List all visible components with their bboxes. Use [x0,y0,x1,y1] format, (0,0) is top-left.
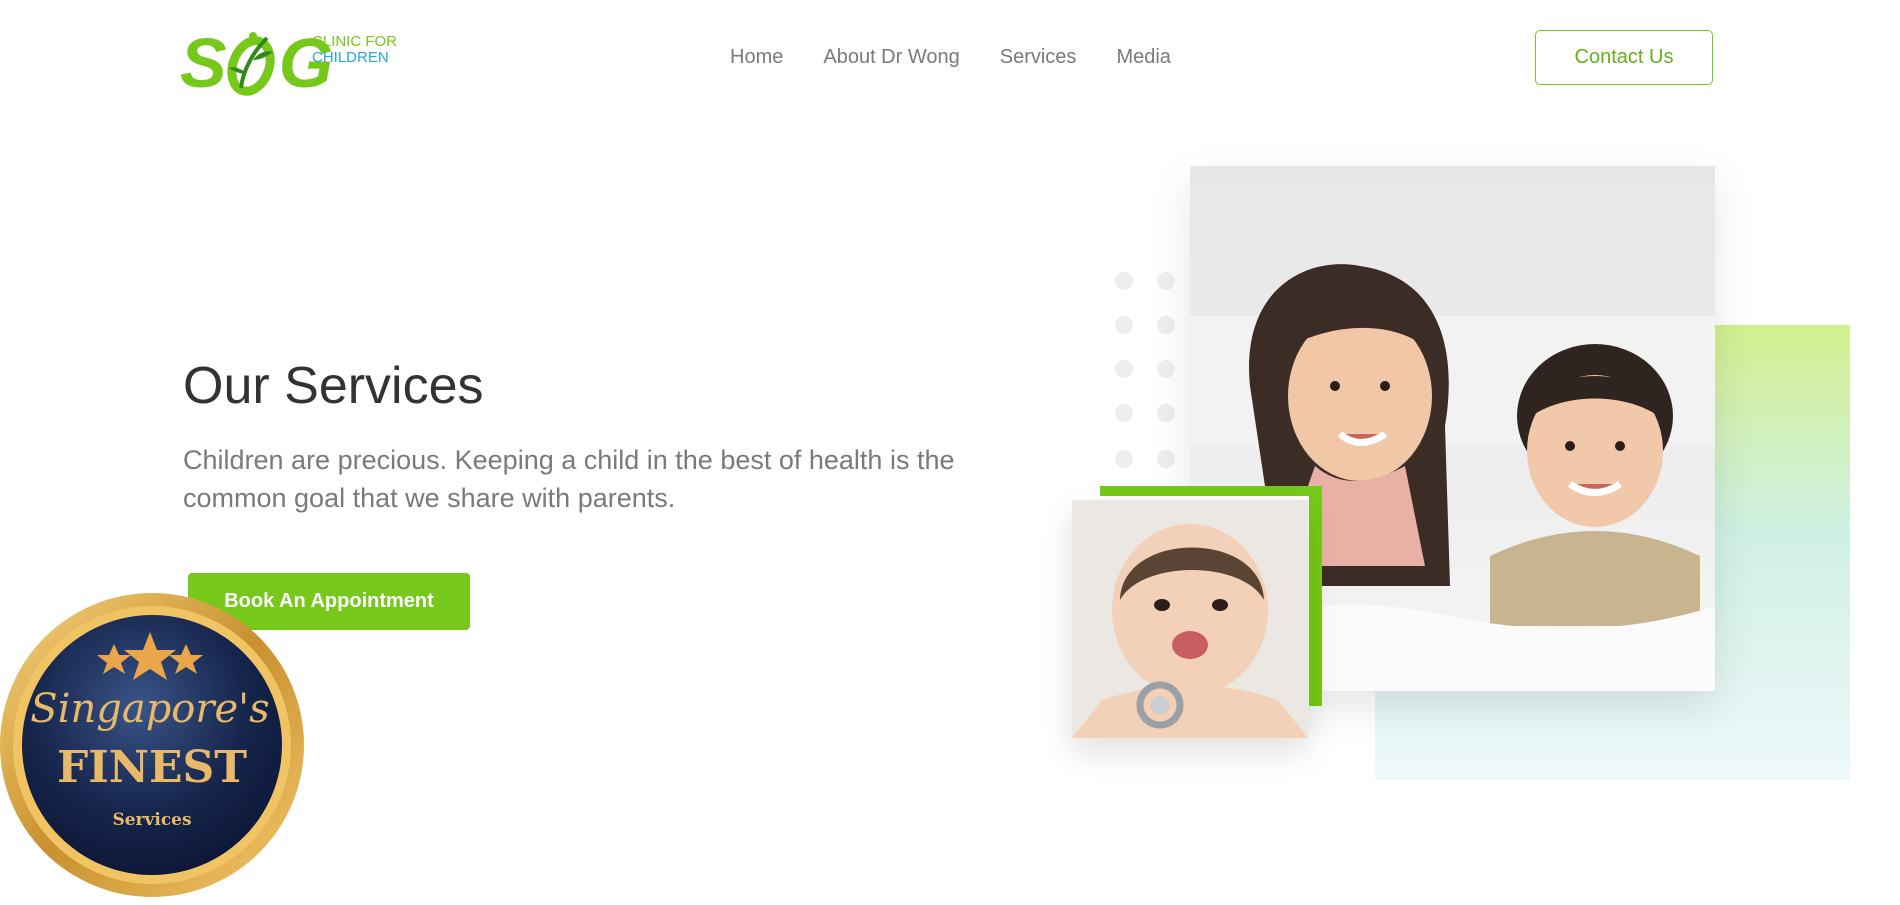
singapores-finest-badge[interactable]: Singapore's FINEST Services [0,590,308,900]
nav-about-dr-wong[interactable]: About Dr Wong [823,46,959,69]
main-nav: Home About Dr Wong Services Media [730,46,1171,69]
logo-mark: S G [180,24,333,102]
nav-home[interactable]: Home [730,46,783,69]
badge-sub-text: Services [112,810,191,830]
clinic-logo[interactable]: S G CLINIC FOR CHILDREN [180,24,400,102]
badge-main-text: FINEST [57,742,247,793]
nav-media[interactable]: Media [1116,46,1170,69]
badge-script-text: Singapore's [30,686,269,732]
contact-us-button[interactable]: Contact Us [1535,30,1713,85]
baby-photo [1072,500,1308,738]
decorative-dot-grid [1115,272,1175,468]
nav-services[interactable]: Services [1000,46,1077,69]
leaf-icon [223,30,279,96]
logo-text-line2: CHILDREN [312,49,389,66]
hero-description: Children are precious. Keeping a child i… [183,445,955,513]
logo-text-line1: CLINIC FOR [312,33,398,50]
page-title: Our Services [183,357,484,415]
